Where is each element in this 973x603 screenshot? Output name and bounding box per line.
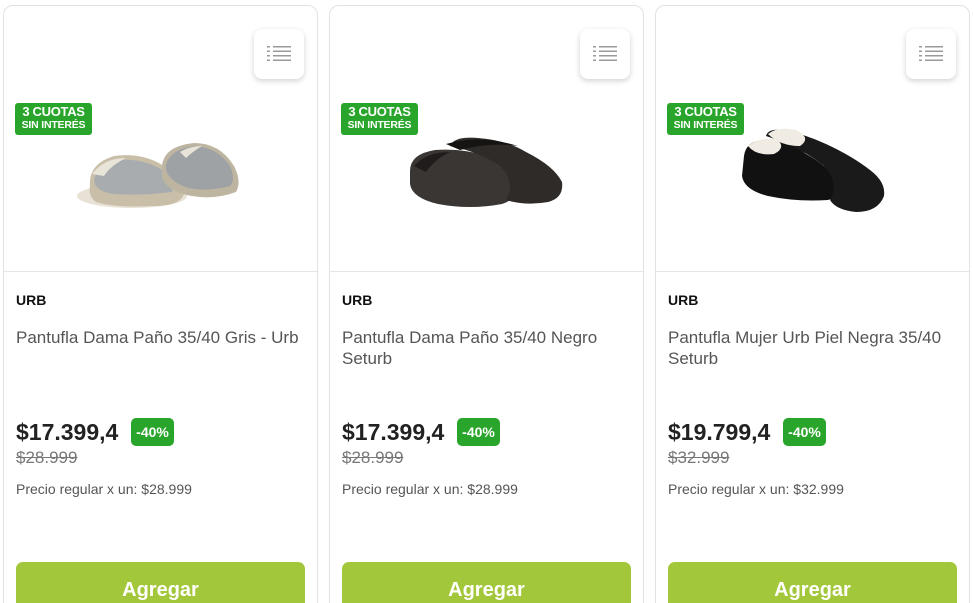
old-price: $28.999	[16, 448, 78, 467]
product-title[interactable]: Pantufla Dama Paño 35/40 Gris - Urb	[16, 327, 311, 348]
regular-price-text: Precio regular x un: $28.999	[16, 481, 192, 497]
product-image-area[interactable]: 3 CUOTAS SIN INTERÉS	[656, 6, 969, 272]
add-to-list-button[interactable]	[906, 29, 956, 79]
regular-price-text: Precio regular x un: $28.999	[342, 481, 518, 497]
product-price: $19.799,4	[668, 419, 771, 445]
product-price: $17.399,4	[16, 419, 119, 445]
product-price: $17.399,4	[342, 419, 445, 445]
add-to-list-button[interactable]	[254, 29, 304, 79]
product-card[interactable]: 3 CUOTAS SIN INTERÉS URB Pantufla Mujer …	[655, 5, 970, 603]
add-to-cart-button[interactable]: Agregar	[668, 562, 957, 603]
list-icon	[919, 46, 943, 61]
product-image-area[interactable]: 3 CUOTAS SIN INTERÉS	[4, 6, 317, 272]
product-card[interactable]: 3 CUOTAS SIN INTERÉS URB Pantufla Dama P…	[329, 5, 644, 603]
old-price: $28.999	[342, 448, 404, 467]
discount-badge: -40%	[457, 418, 500, 446]
product-brand: URB	[342, 292, 373, 308]
product-title[interactable]: Pantufla Dama Paño 35/40 Negro Seturb	[342, 327, 637, 369]
regular-price-text: Precio regular x un: $32.999	[668, 481, 844, 497]
add-to-cart-button[interactable]: Agregar	[342, 562, 631, 603]
discount-badge: -40%	[131, 418, 174, 446]
discount-badge: -40%	[783, 418, 826, 446]
add-to-list-button[interactable]	[580, 29, 630, 79]
product-card[interactable]: 3 CUOTAS SIN INTERÉS URB Pantufla Dama P…	[3, 5, 318, 603]
installments-badge: 3 CUOTAS SIN INTERÉS	[341, 103, 418, 135]
product-title[interactable]: Pantufla Mujer Urb Piel Negra 35/40 Setu…	[668, 327, 963, 369]
installments-badge: 3 CUOTAS SIN INTERÉS	[15, 103, 92, 135]
installments-badge: 3 CUOTAS SIN INTERÉS	[667, 103, 744, 135]
list-icon	[267, 46, 291, 61]
product-image-area[interactable]: 3 CUOTAS SIN INTERÉS	[330, 6, 643, 272]
product-brand: URB	[668, 292, 699, 308]
old-price: $32.999	[668, 448, 730, 467]
list-icon	[593, 46, 617, 61]
product-brand: URB	[16, 292, 47, 308]
product-grid: 3 CUOTAS SIN INTERÉS URB Pantufla Dama P…	[0, 0, 973, 603]
add-to-cart-button[interactable]: Agregar	[16, 562, 305, 603]
